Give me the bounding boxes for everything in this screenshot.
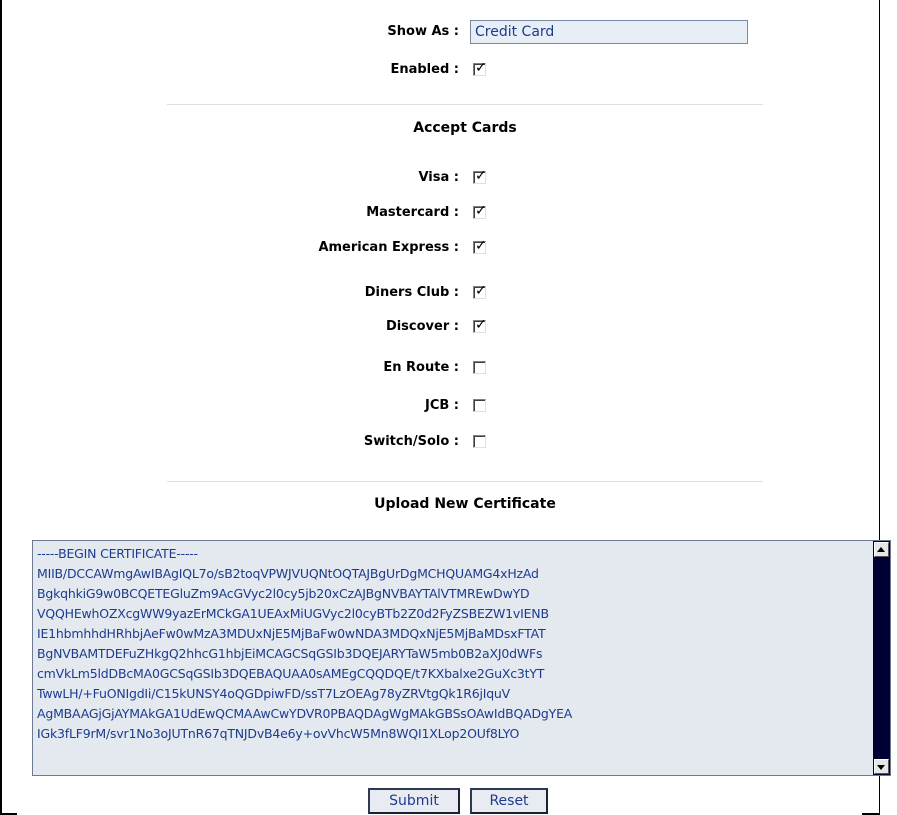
- enabled-row: Enabled : ✓: [0, 58, 880, 82]
- card-label: Diners Club :: [364, 285, 459, 300]
- jcb-checkbox[interactable]: [473, 399, 486, 412]
- card-label: American Express :: [318, 240, 459, 255]
- checkmark-icon: ✓: [475, 238, 487, 254]
- divider: [167, 481, 763, 482]
- show-as-row: Show As :: [0, 20, 880, 44]
- american-express-checkbox[interactable]: ✓: [473, 238, 487, 254]
- checkmark-icon: ✓: [475, 203, 487, 219]
- show-as-label: Show As :: [387, 24, 459, 39]
- show-as-input[interactable]: Credit Card: [470, 20, 748, 44]
- scroll-down-button[interactable]: [874, 759, 889, 774]
- certificate-scrollbar[interactable]: [873, 541, 890, 775]
- certificate-textarea[interactable]: -----BEGIN CERTIFICATE----- MIIB/DCCAWmg…: [32, 540, 891, 776]
- mastercard-checkbox[interactable]: ✓: [473, 203, 487, 219]
- checkmark-icon: ✓: [475, 317, 487, 333]
- checkmark-icon: ✓: [475, 168, 487, 184]
- scroll-up-button[interactable]: [874, 542, 889, 557]
- card-label: Visa :: [418, 170, 459, 185]
- card-label: JCB :: [424, 398, 459, 413]
- card-row-mastercard: Mastercard : ✓: [0, 201, 880, 225]
- checkmark-icon: ✓: [475, 60, 487, 76]
- arrow-down-icon: [877, 765, 885, 770]
- card-row-discover: Discover : ✓: [0, 315, 880, 339]
- discover-checkbox[interactable]: ✓: [473, 317, 487, 333]
- card-row-visa: Visa : ✓: [0, 166, 880, 190]
- reset-button[interactable]: Reset: [470, 788, 548, 814]
- en-route-checkbox[interactable]: [473, 361, 486, 374]
- accept-cards-title: Accept Cards: [413, 120, 517, 136]
- switch-solo-checkbox[interactable]: [473, 435, 486, 448]
- enabled-label: Enabled :: [390, 62, 459, 77]
- checkmark-icon: ✓: [475, 283, 487, 299]
- card-row-american-express: American Express : ✓: [0, 236, 880, 260]
- certificate-text: -----BEGIN CERTIFICATE----- MIIB/DCCAWmg…: [37, 546, 573, 741]
- card-label: En Route :: [383, 360, 459, 375]
- card-label: Mastercard :: [366, 205, 459, 220]
- divider: [167, 104, 763, 105]
- diners-club-checkbox[interactable]: ✓: [473, 283, 487, 299]
- card-label: Discover :: [385, 319, 459, 334]
- arrow-up-icon: [877, 547, 885, 552]
- submit-button[interactable]: Submit: [368, 788, 460, 814]
- upload-certificate-title: Upload New Certificate: [374, 496, 556, 512]
- card-label: Switch/Solo :: [363, 434, 459, 449]
- enabled-checkbox[interactable]: ✓: [473, 60, 487, 76]
- card-row-diners-club: Diners Club : ✓: [0, 281, 880, 305]
- card-row-en-route: En Route :: [0, 356, 880, 380]
- card-row-switch-solo: Switch/Solo :: [0, 430, 880, 454]
- card-row-jcb: JCB :: [0, 394, 880, 418]
- visa-checkbox[interactable]: ✓: [473, 168, 487, 184]
